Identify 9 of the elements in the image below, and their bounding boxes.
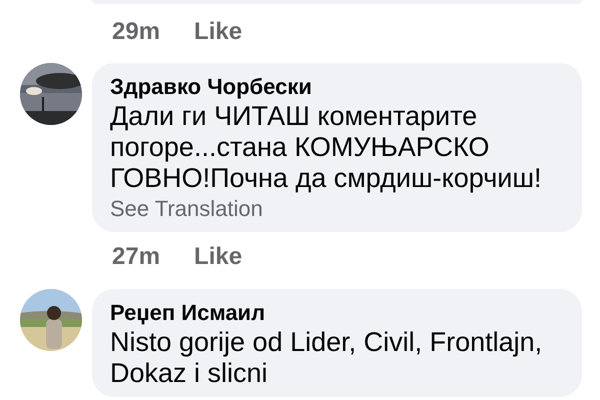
comment-time: 29m bbox=[112, 20, 160, 44]
like-link[interactable]: Like bbox=[194, 245, 242, 269]
comment-text: Дали ги ЧИТАШ коментарите погоре...стана КОМУЊАРСКО ГОВНО!Почна да смрдиш-корчиш! bbox=[110, 101, 543, 194]
author-name[interactable]: Реџеп Исмаил bbox=[110, 299, 568, 327]
comment-time: 27m bbox=[112, 245, 160, 269]
author-name[interactable]: Здравко Чорбески bbox=[110, 73, 568, 101]
see-translation-link[interactable]: See Translation bbox=[110, 194, 568, 224]
like-link[interactable]: Like bbox=[194, 20, 242, 44]
comment-text: Nisto gorije od Lider, Civil, Frontlajn, Dokaz i slicni bbox=[110, 327, 544, 389]
